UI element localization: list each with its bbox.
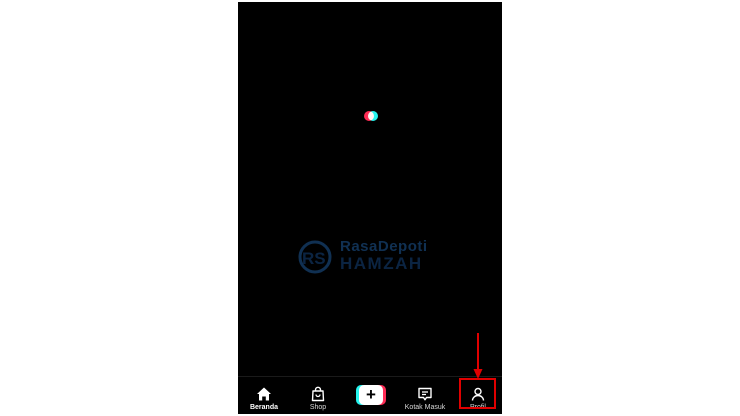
watermark-line2: HAMZAH xyxy=(340,254,423,273)
phone-screen: RS RasaDepoti HAMZAH Beranda Shop + Kota… xyxy=(238,2,502,414)
nav-item-kotak-masuk[interactable]: Kotak Masuk xyxy=(400,377,450,414)
loader-dot-cyan xyxy=(368,111,378,121)
create-plus-icon: + xyxy=(359,385,383,405)
nav-label-shop: Shop xyxy=(309,404,327,411)
shopping-bag-icon xyxy=(311,386,325,402)
annotation-highlight-box xyxy=(459,378,496,409)
inbox-icon xyxy=(418,387,432,401)
nav-label-beranda: Beranda xyxy=(249,404,278,411)
nav-item-beranda[interactable]: Beranda xyxy=(246,377,282,414)
home-icon xyxy=(257,387,271,401)
watermark-logo-icon: RS xyxy=(298,240,332,274)
svg-text:RS: RS xyxy=(302,249,326,268)
watermark-line1: RasaDepoti xyxy=(340,238,428,255)
nav-item-shop[interactable]: Shop xyxy=(302,377,334,414)
annotation-arrow-icon xyxy=(473,333,483,379)
nav-label-kotak-masuk: Kotak Masuk xyxy=(404,404,446,411)
create-button[interactable]: + xyxy=(356,385,386,405)
loading-spinner xyxy=(364,111,378,121)
watermark: RS RasaDepoti HAMZAH xyxy=(296,238,448,276)
